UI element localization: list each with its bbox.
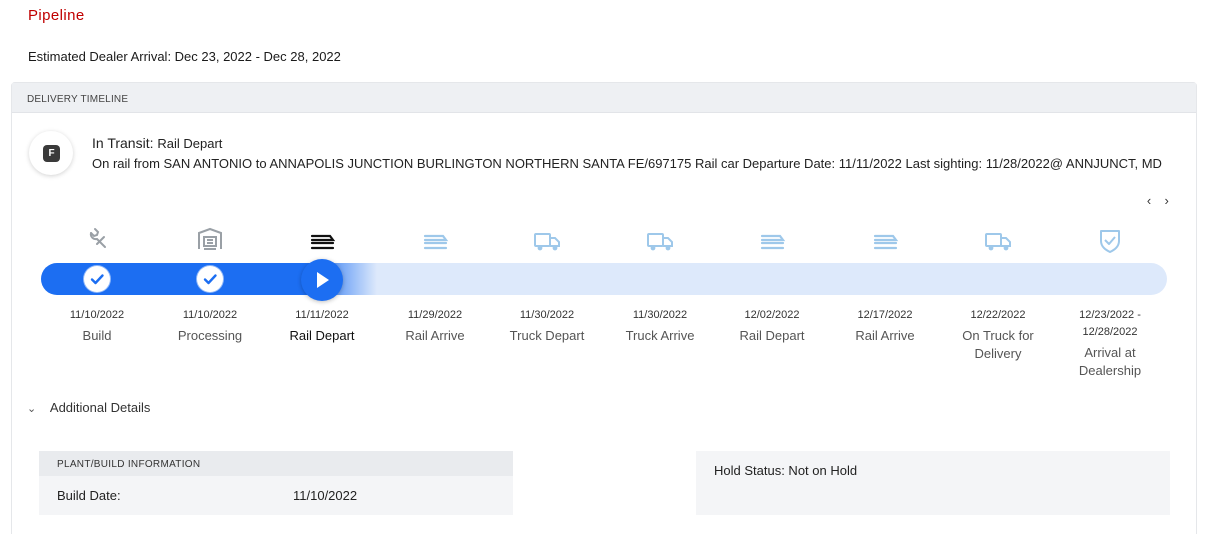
timeline-step[interactable]: 12/23/2022 - 12/28/2022 Arrival at Dealer… <box>1055 307 1165 380</box>
truck-icon <box>527 223 567 259</box>
status-avatar: F <box>29 131 73 175</box>
chevron-down-icon: ⌄ <box>27 403 37 415</box>
check-icon <box>197 266 223 292</box>
page-title: Pipeline <box>28 7 85 24</box>
step-name: Truck Depart <box>509 328 585 343</box>
step-name: Truck Arrive <box>625 328 695 343</box>
step-date: 12/22/2022 <box>970 309 1026 321</box>
step-name: Rail Depart <box>739 328 805 343</box>
hold-status: Hold Status: Not on Hold <box>714 463 858 478</box>
step-name: Processing <box>177 328 243 343</box>
step-date: 12/17/2022 <box>857 309 913 321</box>
step-name: Arrival at Dealership <box>1078 345 1142 378</box>
card-header: DELIVERY TIMELINE <box>12 83 1196 113</box>
step-name: On Truck for Delivery <box>962 328 1034 361</box>
timeline-step[interactable]: 11/11/2022 Rail Depart <box>267 307 377 345</box>
timeline-pager: ‹ › <box>1142 193 1174 208</box>
status-badge: F <box>43 145 60 162</box>
step-name: Rail Arrive <box>855 328 915 343</box>
step-date: 11/30/2022 <box>632 309 688 321</box>
timeline-step[interactable]: 12/02/2022 Rail Depart <box>717 307 827 345</box>
status-name: Rail Depart <box>157 136 223 151</box>
step-name: Build <box>82 328 112 343</box>
timeline-step[interactable]: 11/10/2022 Build <box>42 307 152 345</box>
status-title: In Transit: Rail Depart <box>92 135 222 151</box>
status-description: On rail from SAN ANTONIO to ANNAPOLIS JU… <box>92 156 1162 171</box>
step-icons-row <box>41 223 1171 259</box>
timeline-step[interactable]: 12/22/2022 On Truck for Delivery <box>943 307 1053 363</box>
plant-build-panel: PLANT/BUILD INFORMATION Build Date: 11/1… <box>39 451 513 515</box>
train-icon <box>415 223 455 259</box>
train-icon <box>865 223 905 259</box>
step-date: 11/10/2022 <box>69 309 125 321</box>
step-date: 11/10/2022 <box>182 309 238 321</box>
chevron-right-icon[interactable]: › <box>1160 193 1174 208</box>
timeline-step[interactable]: 11/30/2022 Truck Arrive <box>605 307 715 345</box>
status-prefix: In Transit: <box>92 135 154 151</box>
additional-details-toggle[interactable]: ⌄ Additional Details <box>27 400 150 415</box>
step-date: 12/02/2022 <box>744 309 800 321</box>
check-icon <box>84 266 110 292</box>
timeline-step[interactable]: 11/29/2022 Rail Arrive <box>380 307 490 345</box>
shield-check-icon <box>1090 223 1130 259</box>
estimated-arrival: Estimated Dealer Arrival: Dec 23, 2022 -… <box>28 49 341 64</box>
timeline-step[interactable]: 11/30/2022 Truck Depart <box>492 307 602 345</box>
train-icon <box>752 223 792 259</box>
truck-icon <box>978 223 1018 259</box>
build-date-value: 11/10/2022 <box>293 488 358 503</box>
step-date: 12/23/2022 - 12/28/2022 <box>1079 309 1141 338</box>
step-name: Rail Depart <box>289 328 355 343</box>
hold-status-panel: Hold Status: Not on Hold <box>696 451 1170 515</box>
wrench-icon <box>77 223 117 259</box>
build-date-row: Build Date: 11/10/2022 <box>39 476 513 514</box>
step-date: 11/29/2022 <box>407 309 463 321</box>
timeline-step[interactable]: 12/17/2022 Rail Arrive <box>830 307 940 345</box>
step-date: 11/30/2022 <box>519 309 575 321</box>
play-icon <box>301 259 343 301</box>
truck-icon <box>640 223 680 259</box>
factory-icon <box>190 223 230 259</box>
plant-build-header: PLANT/BUILD INFORMATION <box>39 451 513 476</box>
delivery-timeline-card: DELIVERY TIMELINE F In Transit: Rail Dep… <box>11 82 1197 534</box>
build-date-label: Build Date: <box>57 488 121 503</box>
step-date: 11/11/2022 <box>295 309 349 321</box>
additional-details-label: Additional Details <box>49 400 151 415</box>
step-name: Rail Arrive <box>405 328 465 343</box>
timeline-step[interactable]: 11/10/2022 Processing <box>155 307 265 345</box>
chevron-left-icon[interactable]: ‹ <box>1142 193 1156 208</box>
train-icon <box>302 223 342 259</box>
